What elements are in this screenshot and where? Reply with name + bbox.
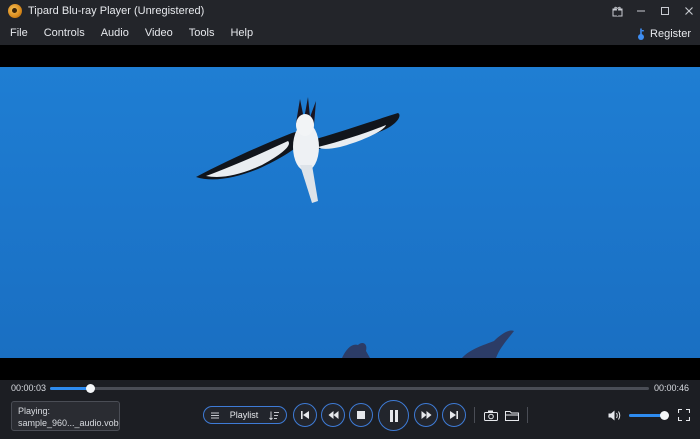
current-time: 00:00:03 [11,383,47,393]
minimize-button[interactable] [630,0,652,22]
camera-icon [484,410,498,421]
video-display[interactable] [0,45,700,380]
sort-icon [269,411,279,420]
seek-bar-row: 00:00:03 00:00:46 [0,380,700,398]
next-button[interactable] [442,403,466,427]
control-bar: Playing: sample_960..._audio.vob Playlis… [0,398,700,439]
seek-handle[interactable] [85,384,95,393]
menu-bar: File Controls Audio Video Tools Help Reg… [0,22,700,45]
open-folder-button[interactable] [504,407,520,423]
bird-image [196,97,400,203]
seek-progress-fill [50,387,90,390]
now-playing-label: Playing: [18,406,51,416]
menu-controls[interactable]: Controls [36,22,93,45]
fast-forward-icon [421,411,431,419]
skip-previous-icon [301,411,309,419]
tipard-logo-icon [8,4,22,18]
previous-button[interactable] [293,403,317,427]
bird-silhouette-right [462,330,514,358]
stop-icon [357,411,365,419]
total-time: 00:00:46 [653,383,689,393]
fast-forward-button[interactable] [414,403,438,427]
fullscreen-button[interactable] [676,407,692,423]
menu-help[interactable]: Help [222,22,261,45]
volume-button[interactable] [607,407,623,423]
menu-tools[interactable]: Tools [181,22,223,45]
close-icon [685,7,693,15]
gift-icon[interactable] [606,0,628,22]
stop-button[interactable] [349,403,373,427]
maximize-icon [661,7,669,15]
video-content [196,97,514,358]
video-frame [0,67,700,358]
pause-icon [389,409,398,422]
window-title: Tipard Blu-ray Player (Unregistered) [28,5,205,17]
volume-slider[interactable] [629,411,669,420]
bird-silhouette-left [342,343,370,358]
key-icon [638,28,645,40]
skip-next-icon [450,411,458,419]
divider [527,407,528,423]
register-label: Register [650,27,691,40]
volume-handle[interactable] [659,411,669,420]
folder-icon [505,410,519,421]
playlist-button[interactable]: Playlist [203,406,287,424]
now-playing-box: Playing: sample_960..._audio.vob [11,401,120,431]
minimize-icon [637,10,645,12]
menu-file[interactable]: File [0,22,36,45]
title-bar: Tipard Blu-ray Player (Unregistered) [0,0,700,22]
pause-button[interactable] [378,400,409,431]
close-button[interactable] [678,0,700,22]
fullscreen-icon [678,409,690,421]
volume-fill [629,414,664,417]
snapshot-button[interactable] [483,407,499,423]
register-button[interactable]: Register [637,22,691,45]
playlist-label: Playlist [229,410,259,420]
seek-slider[interactable] [50,384,649,393]
window-controls [604,0,700,22]
now-playing-filename: sample_960..._audio.vob [18,418,119,428]
volume-icon [608,410,621,420]
menu-audio[interactable]: Audio [93,22,137,45]
rewind-icon [328,411,338,419]
rewind-button[interactable] [321,403,345,427]
divider [474,407,475,423]
menu-video[interactable]: Video [137,22,181,45]
maximize-button[interactable] [654,0,676,22]
list-icon [211,412,219,418]
